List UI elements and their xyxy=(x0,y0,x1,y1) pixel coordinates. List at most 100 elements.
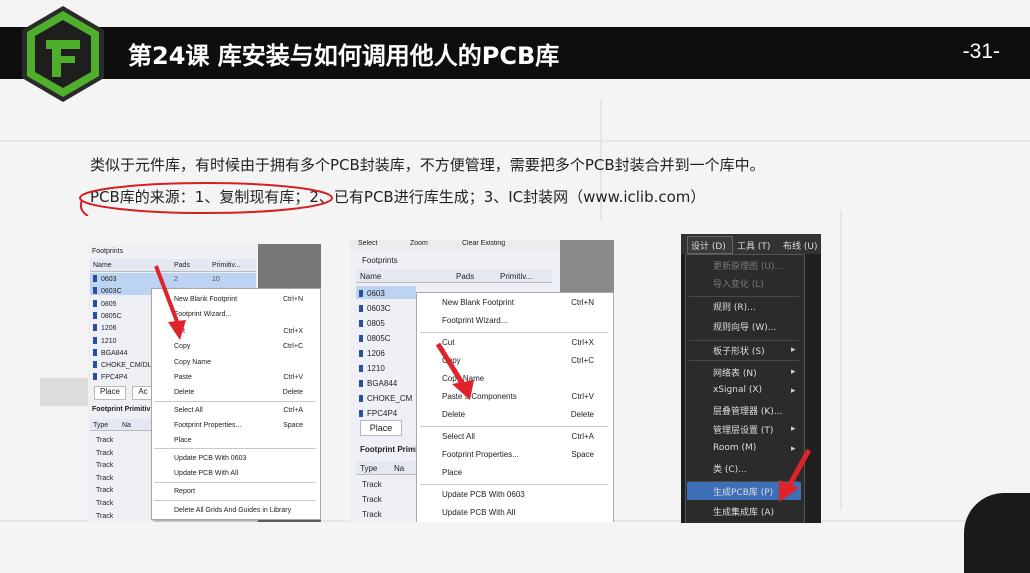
table-row[interactable]: 0805C xyxy=(93,311,122,320)
menu-item[interactable]: Footprint Wizard... xyxy=(442,316,507,325)
body-text-line-1: 类似于元件库，有时候由于拥有多个PCB封装库，不方便管理，需要把多个PCB封装合… xyxy=(90,156,765,174)
menu-separator xyxy=(154,401,316,402)
primitive-row[interactable]: Track xyxy=(96,437,113,444)
row-name: 0805C xyxy=(101,312,122,320)
table-row[interactable]: BGA844 xyxy=(359,379,397,388)
table-row[interactable]: FPC4P4 xyxy=(93,373,127,381)
menu-item[interactable]: 生成集成库 (A) xyxy=(713,505,774,518)
menu-item[interactable]: 层叠管理器 (K)... xyxy=(713,404,782,417)
col-name[interactable]: Name xyxy=(360,272,381,281)
menu-item[interactable]: Update PCB With 0603 xyxy=(442,490,525,499)
col-primitives[interactable]: Primitiv... xyxy=(212,262,240,269)
col-type[interactable]: Type xyxy=(93,422,108,429)
menu-item[interactable]: New Blank Footprint xyxy=(442,298,514,307)
table-row[interactable]: CHOKE_CM xyxy=(359,394,412,403)
footprint-chip-icon xyxy=(93,348,97,356)
menu-item[interactable]: Update PCB With All xyxy=(442,508,515,517)
menu-item[interactable]: Select All xyxy=(442,432,475,441)
menu-item[interactable]: Footprint Properties... xyxy=(174,422,241,429)
menu-item[interactable]: Room (M) xyxy=(713,443,756,453)
primitive-row[interactable]: Track xyxy=(362,510,382,519)
menu-item[interactable]: Delete All Grids And Guides in Library xyxy=(174,507,291,514)
screenshot-footprint-menu-2: Select Zoom Clear Existing Footprints Name… xyxy=(350,240,614,522)
table-row[interactable]: 0603 xyxy=(359,289,385,298)
menu-item[interactable]: Select All xyxy=(174,407,203,414)
footprint-chip-icon xyxy=(93,336,97,344)
menu-item[interactable]: 规则 (R)... xyxy=(713,300,756,313)
primitive-row[interactable]: Track xyxy=(362,495,382,504)
place-button[interactable]: Place xyxy=(360,420,402,436)
footprint-chip-icon xyxy=(359,350,363,357)
menu-shortcut: Space xyxy=(283,422,303,429)
table-row[interactable]: 0805 xyxy=(93,299,117,308)
table-row[interactable]: CHOKE_CM/DL xyxy=(93,361,152,369)
primitive-row[interactable]: Track xyxy=(362,480,382,489)
menu-separator xyxy=(689,360,799,361)
page-number: -31- xyxy=(962,40,1000,63)
menu-item[interactable]: 管理层设置 (T) xyxy=(713,423,773,436)
red-arrow-icon xyxy=(779,448,812,502)
menu-item[interactable]: Delete xyxy=(174,389,194,396)
menubar-item[interactable]: 设计 (D) xyxy=(691,239,726,252)
menu-shortcut: Ctrl+N xyxy=(282,296,303,303)
primitive-row[interactable]: Track xyxy=(96,450,113,457)
table-row[interactable]: 0603C xyxy=(93,287,122,295)
row-name: 1210 xyxy=(367,364,385,373)
table-row[interactable]: 0805 xyxy=(359,319,385,328)
menu-item[interactable]: Copy Name xyxy=(174,359,211,366)
menu-item[interactable]: 网络表 (N) xyxy=(713,366,757,379)
table-row[interactable]: 0805C xyxy=(359,334,391,343)
menu-separator xyxy=(154,500,316,501)
row-name: 1206 xyxy=(367,349,385,358)
menu-item[interactable]: 规则向导 (W)... xyxy=(713,320,776,333)
menu-item[interactable]: Update PCB With 0603 xyxy=(174,455,246,462)
primitive-row[interactable]: Track xyxy=(96,475,113,482)
menu-item[interactable]: Paste xyxy=(174,374,192,381)
primitive-row[interactable]: Track xyxy=(96,487,113,494)
menu-item[interactable]: 生成PCB库 (P) xyxy=(713,485,773,498)
table-row[interactable]: 1206 xyxy=(93,324,117,332)
primitives-panel-title: Footprint Primi xyxy=(360,445,418,454)
menu-item[interactable]: Delete xyxy=(442,410,465,419)
toolbar-item[interactable]: Zoom xyxy=(410,240,428,247)
col-prim-name[interactable]: Na xyxy=(122,422,131,429)
submenu-arrow-icon: ▸ xyxy=(791,423,796,433)
menu-item[interactable]: xSignal (X) xyxy=(713,385,762,395)
menu-item[interactable]: Copy xyxy=(174,343,190,350)
menu-item[interactable]: Update PCB With All xyxy=(174,470,238,477)
table-row[interactable]: 1210 xyxy=(359,364,385,373)
table-row[interactable]: 0603C xyxy=(359,304,391,313)
place-button[interactable]: Place xyxy=(94,386,126,400)
row-name: 1206 xyxy=(101,325,117,333)
menu-item: 更新原理图 (U)... xyxy=(713,262,784,272)
col-name[interactable]: Name xyxy=(93,262,112,269)
table-row[interactable]: 1210 xyxy=(93,336,117,345)
menu-shortcut: Ctrl+V xyxy=(571,392,594,401)
menu-item[interactable]: 类 (C)... xyxy=(713,462,747,475)
table-row[interactable]: 0603 xyxy=(93,275,117,283)
menu-item[interactable]: Report xyxy=(174,488,195,495)
table-row[interactable]: BGA844 xyxy=(93,348,127,357)
primitive-row[interactable]: Track xyxy=(96,462,113,469)
toolbar-item[interactable]: Clear Existing xyxy=(462,240,505,247)
col-pads[interactable]: Pads xyxy=(456,272,474,281)
table-row[interactable]: 1206 xyxy=(359,349,385,358)
primitive-row[interactable]: Track xyxy=(96,513,113,520)
menubar-item[interactable]: 布线 (U) xyxy=(783,239,817,252)
col-primitives[interactable]: Primitiv... xyxy=(500,272,532,281)
menubar-item[interactable]: 工具 (T) xyxy=(737,239,770,252)
menu-item[interactable]: Place xyxy=(174,437,192,444)
col-prim-name[interactable]: Na xyxy=(394,464,404,473)
menu-item[interactable]: 板子形状 (S) xyxy=(713,344,765,357)
screenshot-footprint-menu-1: Footprints Name Pads Primitiv... 0603 060… xyxy=(88,244,321,522)
menu-item[interactable]: Place xyxy=(442,468,462,477)
menu-item: 导入变化 (L) xyxy=(713,280,764,290)
table-row[interactable]: FPC4P4 xyxy=(359,409,397,418)
menu-shortcut: Ctrl+A xyxy=(571,432,594,441)
primitive-row[interactable]: Track xyxy=(96,500,113,507)
menu-separator xyxy=(689,340,799,341)
col-type[interactable]: Type xyxy=(360,464,377,473)
toolbar-item[interactable]: Select xyxy=(358,240,377,247)
menu-item[interactable]: Footprint Properties... xyxy=(442,450,519,459)
submenu-arrow-icon: ▸ xyxy=(791,344,796,354)
